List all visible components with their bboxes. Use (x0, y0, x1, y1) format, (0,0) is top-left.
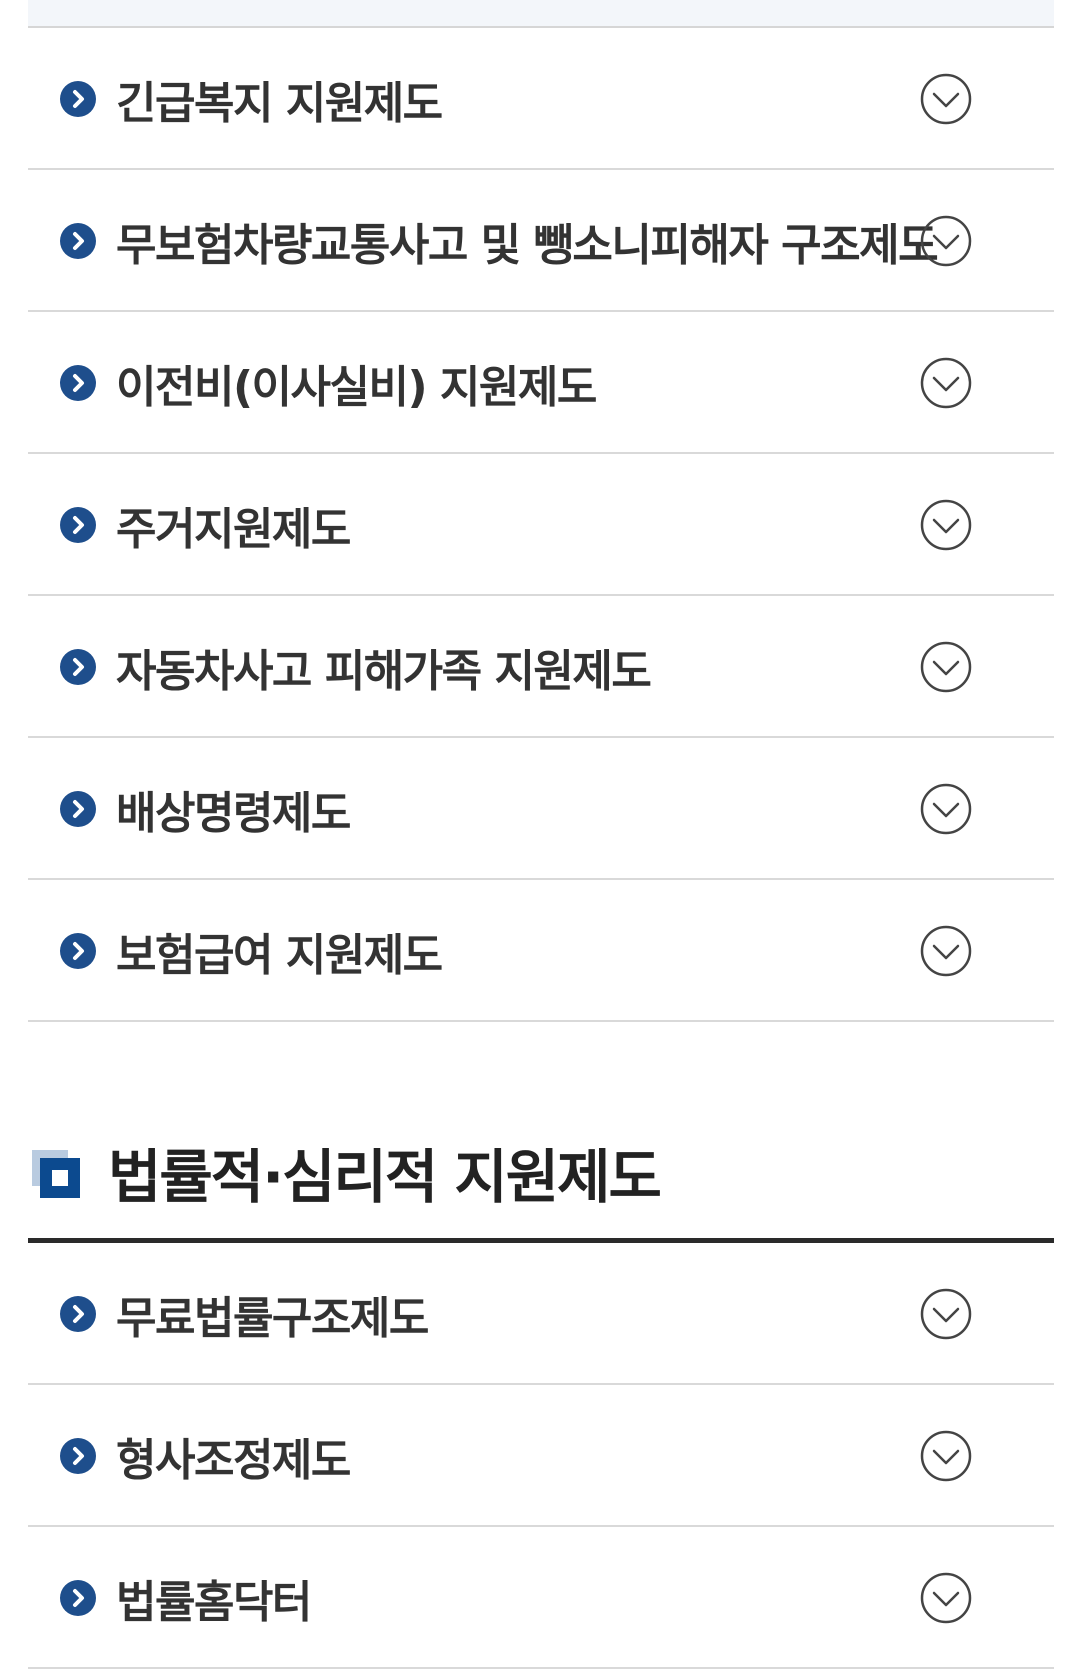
support-system-list: 긴급복지 지원제도 무보험차량교통사고 및 뺑소니피해자 구조제도 이전비(이사… (28, 28, 1054, 1022)
previous-section-bottom (28, 0, 1054, 28)
circle-chevron-down-icon[interactable] (920, 357, 972, 409)
circle-chevron-down-icon[interactable] (920, 641, 972, 693)
chevron-right-circle-icon (60, 933, 96, 969)
item-label: 무료법률구조제도 (116, 1293, 429, 1344)
chevron-right-circle-icon (60, 1296, 96, 1332)
chevron-right-circle-icon (60, 507, 96, 543)
section-header-legal: 법률적·심리적 지원제도 (28, 1128, 1054, 1243)
item-label: 이전비(이사실비) 지원제도 (116, 362, 597, 413)
chevron-right-circle-icon (60, 1438, 96, 1474)
item-label: 자동차사고 피해가족 지원제도 (116, 646, 652, 697)
circle-chevron-down-icon[interactable] (920, 925, 972, 977)
chevron-right-circle-icon (60, 1580, 96, 1616)
item-label: 법률홈닥터 (116, 1577, 312, 1628)
item-label: 보험급여 지원제도 (116, 930, 443, 981)
list-item[interactable]: 보험급여 지원제도 (28, 880, 1054, 1022)
section-title: 법률적·심리적 지원제도 (108, 1143, 662, 1211)
circle-chevron-down-icon[interactable] (920, 783, 972, 835)
circle-chevron-down-icon[interactable] (920, 1288, 972, 1340)
chevron-right-circle-icon (60, 223, 96, 259)
list-item[interactable]: 긴급복지 지원제도 (28, 28, 1054, 170)
legal-support-list: 무료법률구조제도 형사조정제도 법률홈닥터 (28, 1243, 1054, 1669)
list-item[interactable]: 배상명령제도 (28, 738, 1054, 880)
chevron-right-circle-icon (60, 649, 96, 685)
item-label: 배상명령제도 (116, 788, 351, 839)
item-label: 형사조정제도 (116, 1435, 351, 1486)
circle-chevron-down-icon[interactable] (920, 1430, 972, 1482)
chevron-right-circle-icon (60, 365, 96, 401)
list-item[interactable]: 주거지원제도 (28, 454, 1054, 596)
item-label: 긴급복지 지원제도 (116, 78, 443, 129)
list-item[interactable]: 이전비(이사실비) 지원제도 (28, 312, 1054, 454)
list-item[interactable]: 무료법률구조제도 (28, 1243, 1054, 1385)
list-item[interactable]: 법률홈닥터 (28, 1527, 1054, 1669)
list-item[interactable]: 무보험차량교통사고 및 뺑소니피해자 구조제도 (28, 170, 1054, 312)
circle-chevron-down-icon[interactable] (920, 73, 972, 125)
item-label: 주거지원제도 (116, 504, 351, 555)
list-item[interactable]: 형사조정제도 (28, 1385, 1054, 1527)
square-section-icon (32, 1150, 80, 1198)
circle-chevron-down-icon[interactable] (920, 1572, 972, 1624)
circle-chevron-down-icon[interactable] (920, 215, 972, 267)
chevron-right-circle-icon (60, 791, 96, 827)
list-item[interactable]: 자동차사고 피해가족 지원제도 (28, 596, 1054, 738)
item-label: 무보험차량교통사고 및 뺑소니피해자 구조제도 (116, 220, 939, 271)
chevron-right-circle-icon (60, 81, 96, 117)
circle-chevron-down-icon[interactable] (920, 499, 972, 551)
